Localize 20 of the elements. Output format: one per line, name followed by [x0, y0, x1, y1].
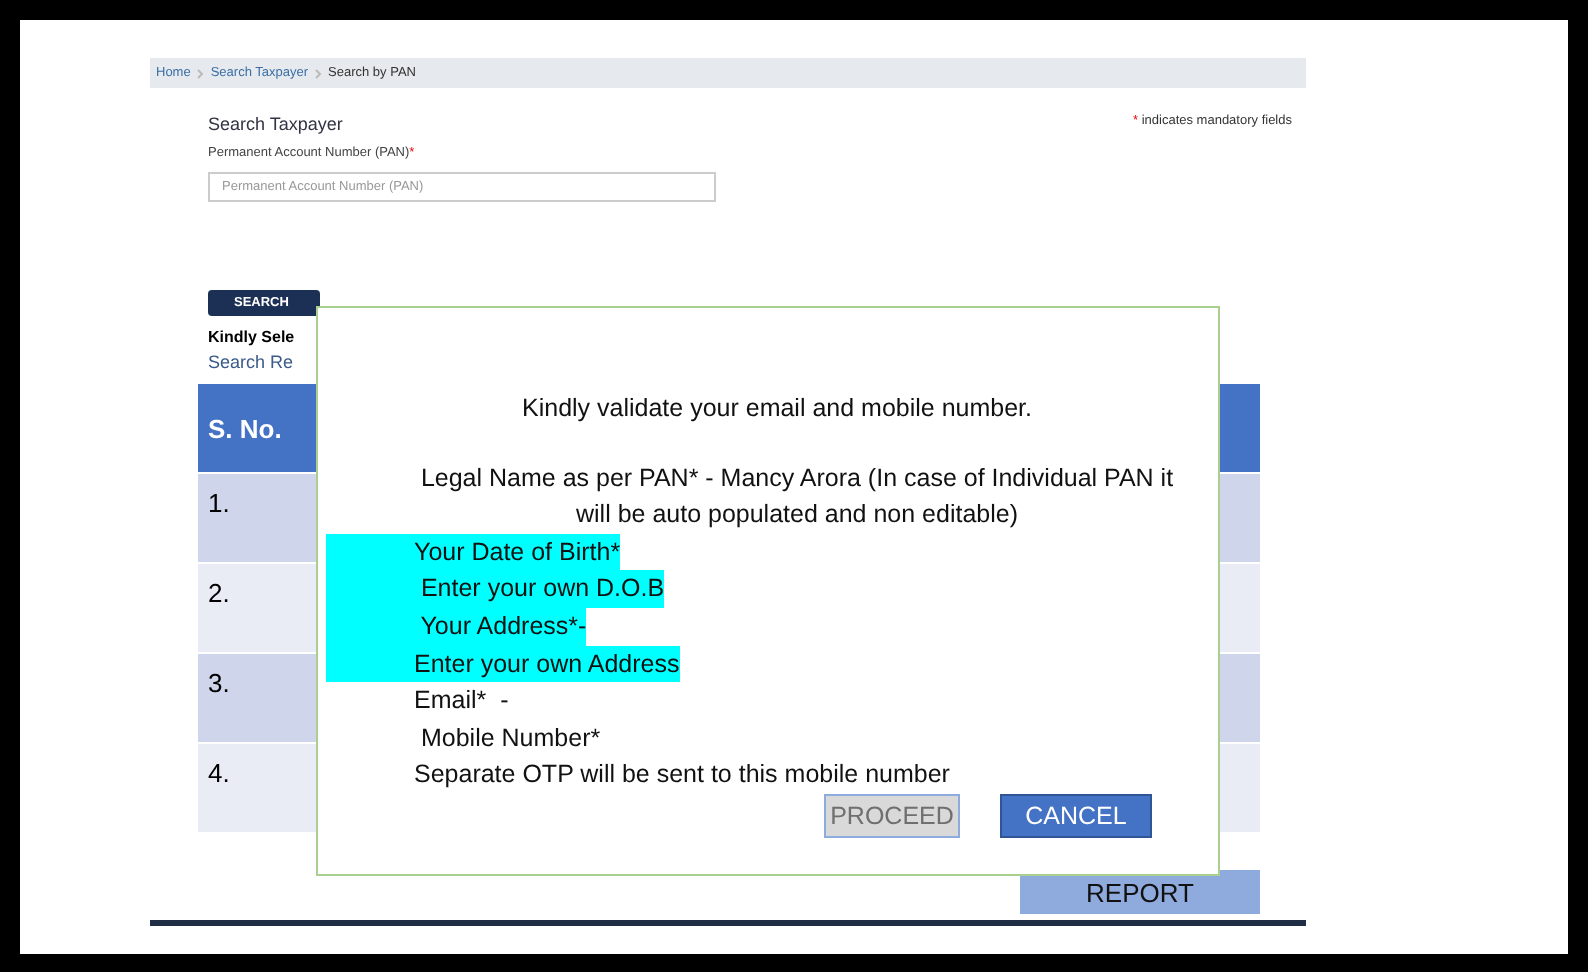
table-cell: 1.	[208, 488, 230, 518]
dialog-text: Legal Name as per PAN* - Mancy Arora (In case of Individual PAN it will be auto populated and non editable)	[420, 463, 1174, 529]
dialog-text: Separate OTP will be sent to this mobile number	[412, 758, 950, 793]
chevron-icon	[196, 67, 205, 79]
dialog-text: Your Address*-	[326, 607, 587, 646]
form-title: Search Taxpayer	[208, 114, 343, 134]
table-cell: 4.	[208, 758, 230, 788]
table-cell: 2.	[208, 578, 230, 608]
dialog-button[interactable]: CANCEL	[1000, 793, 1152, 838]
dialog-text: Enter your own Address	[326, 645, 680, 683]
column-header: S. No.	[208, 413, 282, 443]
dialog-text: Email* -	[412, 684, 509, 719]
dialog-text: Kindly validate your email and mobile number.	[522, 394, 1032, 422]
dialog-text: Your Date of Birth*	[326, 533, 621, 571]
results-title: Search Re	[208, 352, 296, 372]
dialog-text: Enter your own D.O.B	[326, 570, 665, 608]
dialog-text: Mobile Number*	[418, 721, 601, 756]
table-cell: 3.	[208, 668, 230, 698]
instruction-text: Kindly Sele	[208, 328, 297, 346]
chevron-icon	[314, 67, 323, 79]
